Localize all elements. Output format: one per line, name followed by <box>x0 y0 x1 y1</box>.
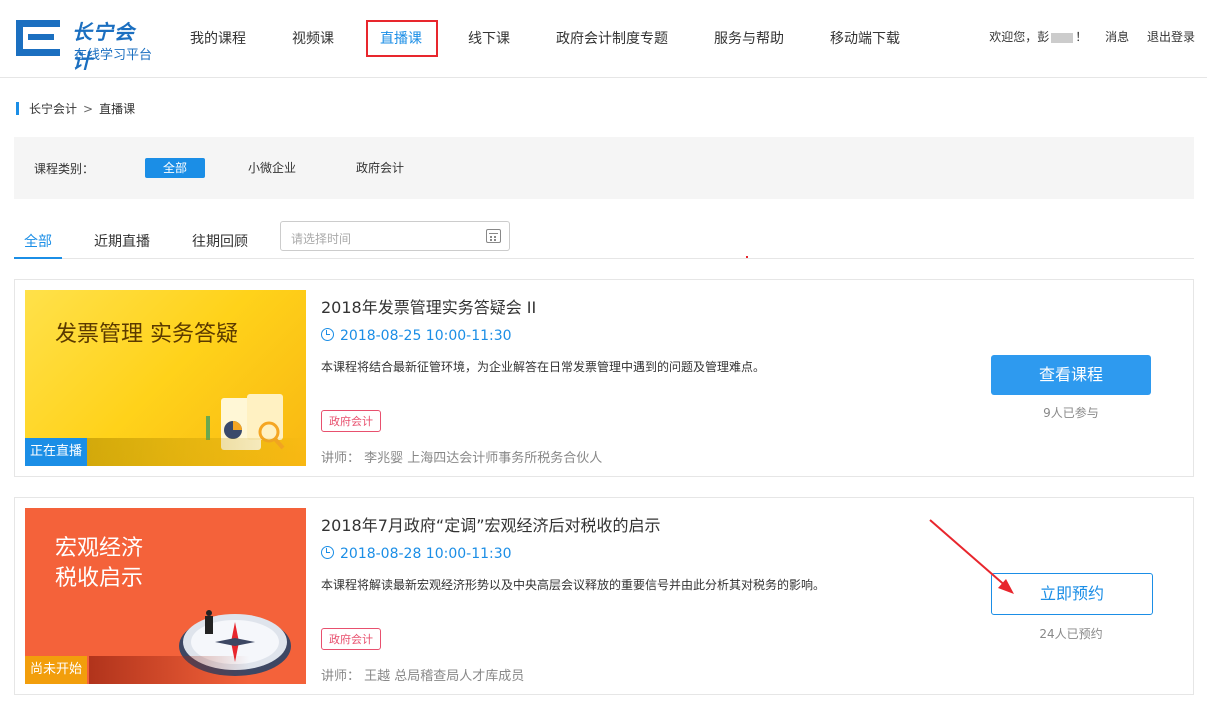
nav-video-courses[interactable]: 视频课 <box>292 28 334 48</box>
course-time-text: 2018-08-25 10:00-11:30 <box>340 328 512 344</box>
live-status-badge: 正在直播 <box>25 438 88 466</box>
logo-mark-icon <box>16 20 60 56</box>
thumbnail-title-line1: 宏观经济 <box>55 536 144 561</box>
status-band <box>89 656 249 684</box>
breadcrumb: 长宁会计 > 直播课 <box>16 100 135 117</box>
thumbnail-title: 发票管理 实务答疑 <box>55 322 238 347</box>
category-filter: 课程类别： 全部 小微企业 政府会计 <box>14 137 1194 199</box>
course-card: 发票管理 实务答疑 正在直播 2018年发票管理实务答疑会 II 2018-08… <box>14 279 1194 477</box>
date-picker-input[interactable]: 请选择时间 <box>280 221 510 251</box>
tab-all[interactable]: 全部 <box>24 231 52 251</box>
breadcrumb-separator: > <box>83 102 94 116</box>
book-now-button[interactable]: 立即预约 <box>991 573 1153 615</box>
category-all[interactable]: 全部 <box>145 158 206 178</box>
messages-link[interactable]: 消息 <box>1105 30 1129 44</box>
clock-icon <box>321 328 334 341</box>
course-thumbnail[interactable]: 宏观经济 税收启示 尚未开始 <box>25 508 306 684</box>
tab-upcoming[interactable]: 近期直播 <box>94 231 150 251</box>
breadcrumb-current: 直播课 <box>99 102 136 116</box>
tab-active-indicator <box>14 257 62 259</box>
logout-link[interactable]: 退出登录 <box>1147 30 1195 44</box>
annotation-dot <box>746 256 748 258</box>
course-description: 本课程将结合最新征管环境，为企业解答在日常发票管理中遇到的问题及管理难点。 <box>321 360 766 374</box>
user-area: 欢迎您，彭！ 消息 退出登录 <box>989 28 1195 45</box>
course-title[interactable]: 2018年发票管理实务答疑会 II <box>321 294 536 318</box>
thumbnail-title: 宏观经济 税收启示 <box>55 534 143 594</box>
booking-count: 24人已预约 <box>1039 627 1103 641</box>
nav-service-help[interactable]: 服务与帮助 <box>714 28 784 48</box>
nav-my-courses[interactable]: 我的课程 <box>190 28 246 48</box>
course-lecturer: 讲师： 李兆婴 上海四达会计师事务所税务合伙人 <box>321 451 603 466</box>
logo-sub-text: 在线学习平台 <box>74 48 153 63</box>
course-tag: 政府会计 <box>321 410 381 432</box>
nav-gov-accounting[interactable]: 政府会计制度专题 <box>556 28 668 48</box>
top-header: 长宁会计 在线学习平台 我的课程 视频课 直播课 线下课 政府会计制度专题 服务… <box>0 0 1207 78</box>
course-tabs: 全部 近期直播 往期回顾 请选择时间 <box>14 219 1194 259</box>
course-time-text: 2018-08-28 10:00-11:30 <box>340 546 512 562</box>
redacted-name <box>1051 32 1074 43</box>
course-tag: 政府会计 <box>321 628 381 650</box>
course-description: 本课程将解读最新宏观经济形势以及中央高层会议释放的重要信号并由此分析其对税务的影… <box>321 578 826 592</box>
course-card: 宏观经济 税收启示 尚未开始 2018年7月政府“定调”宏观经济后对税收的启示 … <box>14 497 1194 695</box>
course-time: 2018-08-25 10:00-11:30 <box>321 328 512 344</box>
not-started-status-badge: 尚未开始 <box>25 656 88 684</box>
date-placeholder: 请选择时间 <box>291 232 352 246</box>
category-gov-accounting[interactable]: 政府会计 <box>356 158 404 178</box>
course-thumbnail[interactable]: 发票管理 实务答疑 正在直播 <box>25 290 306 466</box>
breadcrumb-home[interactable]: 长宁会计 <box>29 102 77 116</box>
annotation-highlight-box <box>366 20 438 57</box>
thumbnail-title-line2: 税收启示 <box>55 566 144 591</box>
site-logo[interactable]: 长宁会计 在线学习平台 <box>14 14 154 73</box>
category-label: 课程类别： <box>34 162 95 176</box>
view-course-button[interactable]: 查看课程 <box>991 355 1151 395</box>
course-lecturer: 讲师： 王越 总局稽查局人才库成员 <box>321 669 525 684</box>
nav-mobile-download[interactable]: 移动端下载 <box>830 28 900 48</box>
welcome-text: 欢迎您，彭！ <box>989 30 1088 44</box>
clock-icon <box>321 546 334 559</box>
course-title[interactable]: 2018年7月政府“定调”宏观经济后对税收的启示 <box>321 512 660 536</box>
course-time: 2018-08-28 10:00-11:30 <box>321 546 512 562</box>
participant-count: 9人已参与 <box>1043 406 1099 420</box>
calendar-icon[interactable] <box>486 229 501 243</box>
breadcrumb-marker <box>16 102 19 115</box>
nav-offline-courses[interactable]: 线下课 <box>468 28 510 48</box>
status-band <box>85 438 306 466</box>
tab-past[interactable]: 往期回顾 <box>192 231 248 251</box>
category-small-business[interactable]: 小微企业 <box>248 158 296 178</box>
